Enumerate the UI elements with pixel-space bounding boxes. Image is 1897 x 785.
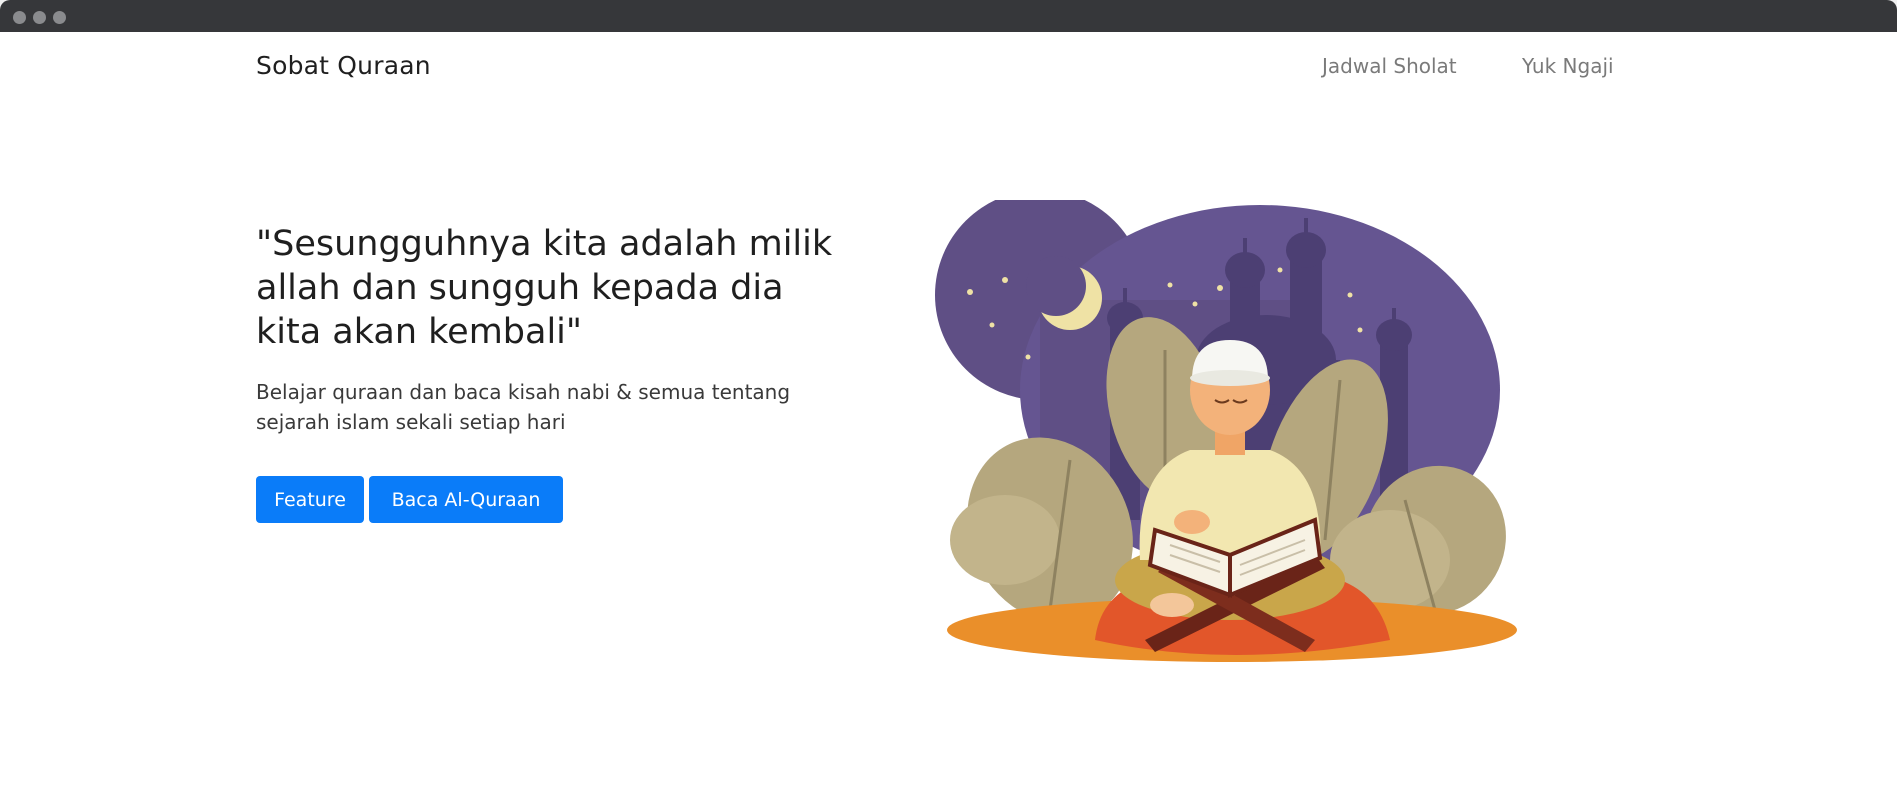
hero-title: "Sesungguhnya kita adalah milik allah da… bbox=[256, 224, 833, 352]
feature-button[interactable]: Feature bbox=[256, 476, 364, 523]
window-minimize-control[interactable] bbox=[33, 11, 46, 24]
nav-link-jadwal-sholat[interactable]: Jadwal Sholat bbox=[1322, 54, 1457, 78]
nav-link-yuk-ngaji[interactable]: Yuk Ngaji bbox=[1522, 54, 1614, 78]
browser-window: Sobat Quraan Jadwal Sholat Yuk Ngaji "Se… bbox=[0, 0, 1897, 785]
window-maximize-control[interactable] bbox=[53, 11, 66, 24]
navbar-brand[interactable]: Sobat Quraan bbox=[256, 51, 431, 80]
baca-al-quraan-button[interactable]: Baca Al-Quraan bbox=[369, 476, 563, 523]
window-close-control[interactable] bbox=[13, 11, 26, 24]
hero-subtitle: Belajar quraan dan baca kisah nabi & sem… bbox=[256, 380, 791, 434]
boy-reading-quran-illustration bbox=[935, 200, 1517, 662]
window-titlebar bbox=[0, 0, 1897, 32]
